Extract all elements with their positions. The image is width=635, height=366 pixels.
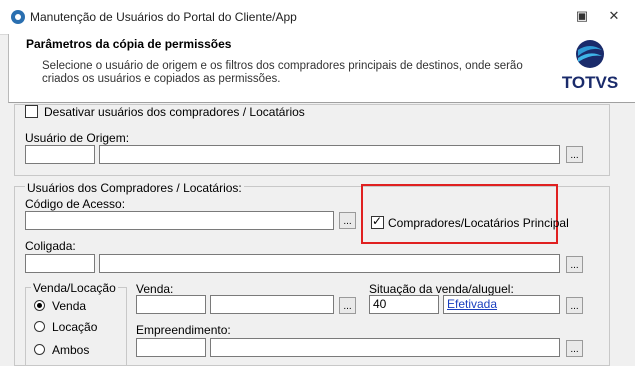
close-icon[interactable]: ✕	[603, 6, 625, 26]
coligada-label: Coligada:	[25, 239, 76, 253]
radio-locacao[interactable]	[34, 321, 45, 332]
app-icon	[11, 10, 25, 24]
radio-venda-label: Venda	[52, 299, 87, 313]
origin-user-label: Usuário de Origem:	[25, 131, 130, 145]
access-code-input[interactable]	[25, 211, 334, 230]
situacao-lookup-button[interactable]: ...	[566, 297, 583, 314]
coligada-lookup-button[interactable]: ...	[566, 256, 583, 273]
principal-highlight	[361, 184, 558, 244]
coligada-name-input[interactable]	[99, 254, 560, 273]
origin-user-code-input[interactable]	[25, 145, 95, 164]
empreendimento-name-input[interactable]	[210, 338, 560, 357]
empreendimento-code-input[interactable]	[136, 338, 206, 357]
radio-ambos-label: Ambos	[52, 343, 90, 357]
logo-text: TOTVS	[562, 73, 618, 92]
situacao-desc-link[interactable]: Efetivada	[447, 297, 497, 311]
venda-locacao-label: Venda/Locação	[31, 281, 118, 295]
restore-icon[interactable]: ▣	[571, 6, 593, 26]
venda-code-input[interactable]	[136, 295, 206, 314]
window-title: Manutenção de Usuários do Portal do Clie…	[30, 10, 297, 24]
situacao-code-input[interactable]: 40	[369, 295, 439, 314]
situacao-desc-field[interactable]: Efetivada	[443, 295, 560, 314]
venda-label: Venda:	[136, 282, 174, 296]
totvs-logo: TOTVS	[560, 36, 620, 96]
page-title: Parâmetros da cópia de permissões	[26, 37, 232, 51]
radio-ambos[interactable]	[34, 344, 45, 355]
buyers-group-label: Usuários dos Compradores / Locatários:	[25, 181, 244, 195]
page-description: Selecione o usuário de origem e os filtr…	[42, 60, 523, 85]
radio-locacao-label: Locação	[52, 320, 98, 334]
empreendimento-lookup-button[interactable]: ...	[566, 340, 583, 357]
venda-name-input[interactable]	[210, 295, 334, 314]
coligada-code-input[interactable]	[25, 254, 95, 273]
principal-label: Compradores/Locatários Principal	[388, 216, 569, 230]
access-code-label: Código de Acesso:	[25, 197, 126, 211]
venda-lookup-button[interactable]: ...	[339, 297, 356, 314]
deactivate-checkbox[interactable]	[25, 105, 38, 118]
origin-user-name-input[interactable]	[99, 145, 560, 164]
radio-venda[interactable]	[34, 300, 45, 311]
situacao-label: Situação da venda/aluguel:	[369, 282, 514, 296]
access-code-lookup-button[interactable]: ...	[339, 212, 356, 229]
empreendimento-label: Empreendimento:	[136, 323, 231, 337]
origin-user-lookup-button[interactable]: ...	[566, 146, 583, 163]
deactivate-label: Desativar usuários dos compradores / Loc…	[44, 105, 305, 119]
principal-checkbox[interactable]	[371, 214, 384, 229]
